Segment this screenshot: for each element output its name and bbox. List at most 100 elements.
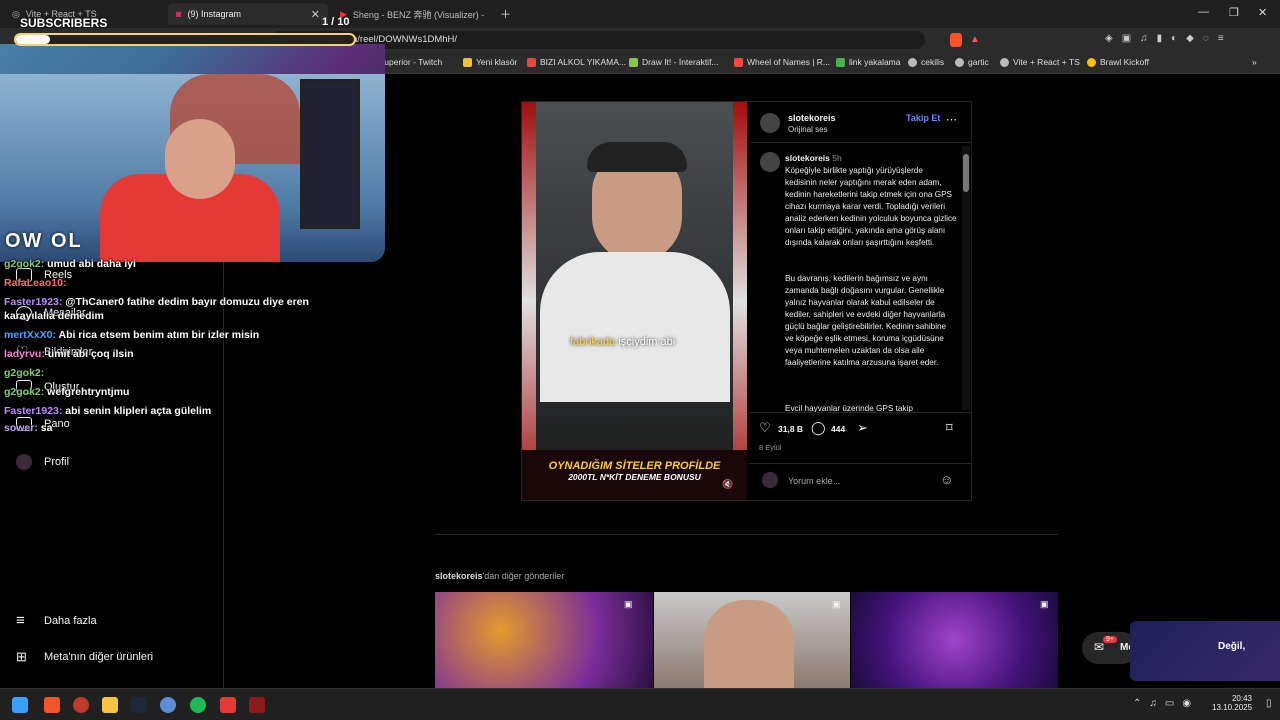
sidebar-item-more[interactable]: ≡ Daha fazla [16,612,97,629]
app-icon[interactable] [220,697,236,713]
follow-button[interactable]: Takip Et [906,113,940,123]
more-bookmarks-icon[interactable]: » [1252,57,1257,67]
close-tab-icon[interactable]: ✕ [311,8,320,21]
video-side-deco [522,102,536,500]
author-name[interactable]: slotekoreis [788,113,836,123]
chat-username: mertXxX0: [4,329,56,341]
windows-start-icon[interactable] [12,697,28,713]
post-date: 8 Eylül [759,443,782,452]
like-count: 31,8 B [778,424,804,434]
close-window-icon[interactable]: ✕ [1258,6,1267,19]
author-avatar[interactable] [760,113,780,133]
messenger-icon: ✉ [1094,640,1105,654]
new-tab-icon[interactable]: ＋ [500,6,511,22]
chat-message: Faster1923: @ThCaner0 fatihe dedim bayır… [4,296,309,308]
bookmark-item[interactable]: Vite + React + TS [1000,57,1080,67]
more-posts-title: slotekoreis'dan diğer gönderiler [435,571,565,581]
more-options-icon[interactable]: ⋯ [946,113,957,126]
avatar-icon [16,454,32,470]
subscriber-progress-fill [16,35,50,44]
emoji-icon[interactable]: ☺ [940,472,953,487]
chat-message: ladyrvu: umit abi çoq ilsin [4,348,134,360]
maximize-icon[interactable]: ❐ [1229,6,1239,19]
post-thumbnail[interactable] [435,592,653,688]
steam-icon[interactable] [131,697,147,713]
minimize-icon[interactable]: — [1198,6,1209,18]
caption-scrollbar[interactable] [962,146,970,410]
app-icon[interactable] [249,697,265,713]
comment-input[interactable]: Yorum ekle... [788,476,840,486]
folder-icon[interactable] [102,697,118,713]
bookmark-item[interactable]: Yeni klasör [463,57,517,67]
maps-icon[interactable] [73,697,89,713]
notification-icon[interactable]: ▯ [1266,698,1272,709]
chat-username: RafaLeao10: [4,277,67,289]
messages-badge: 9+ [1103,636,1117,643]
save-icon[interactable]: ⌑ [946,420,953,436]
bookmark-item[interactable]: link yakalama [836,57,901,67]
chat-username: ladyrvu: [4,348,45,360]
chat-message: RafaLeao10: [4,277,66,289]
globe-icon: ◎ [12,8,20,19]
bookmark-item[interactable]: gartic [955,57,989,67]
app-icon[interactable] [160,697,176,713]
divider [749,463,971,464]
brave-rewards-icon[interactable]: ▲ [970,34,980,45]
caption-paragraph: Köpeğiyle birlikte yaptığı yürüyüşlerde … [785,166,957,247]
sidebar-item-meta[interactable]: ⊞ Meta'nın diğer ürünleri [16,649,153,665]
spotify-icon[interactable] [190,697,206,713]
chat-message: g2gok2: wefgrehtryntjmu [4,386,129,398]
chat-text: @ThCaner0 fatihe dedim bayır domuzu diye… [62,296,309,308]
tab-youtube[interactable]: ▶Sheng - BENZ 奔驰 (Visualizer) - You [332,3,492,25]
caption-paragraph: Bu davranış, kedilerin bağımsız ve aynı … [785,274,947,367]
chat-text: sa [37,422,53,434]
bookmark-item[interactable]: Wheel of Names | R... [734,57,830,67]
menu-icon: ≡ [16,612,25,629]
post-thumbnail[interactable] [654,592,850,688]
browser-tab-bar: ◎ Vite + React + TS ◙ (9) Instagram ✕ ▶ Shen… [0,0,1280,28]
brave-shield-icon[interactable] [950,33,962,47]
caption-author[interactable]: slotekoreis 5h [785,153,842,163]
sidebar-item-profile[interactable]: Profil [16,454,69,470]
taskbar: ⌃♫▭◉ 20:43 13.10.2025 ▯ [0,688,1280,720]
chat-text: karayılalıa demedim [4,310,104,322]
chat-message: Faster1923: abi senin klipleri açta güle… [4,405,211,417]
video-subtitle: fabrikada işçiydim abi [570,336,676,348]
chat-message: g2gok2: [4,367,44,379]
bookmark-item[interactable]: superior - Twitch [380,57,442,67]
promo-banner: OYNADIĞIM SİTELER PROFİLDE 2000TL N*KİT … [522,450,747,500]
chat-username: g2gok2: [4,258,45,270]
reel-badge-icon: ▣ [832,599,841,609]
audio-label[interactable]: Orijinal ses [788,125,828,134]
bookmark-item[interactable]: cekilis [908,57,944,67]
like-icon[interactable]: ♡ [759,420,771,436]
instagram-icon: ◙ [176,9,182,19]
comment-count: 444 [831,424,846,434]
reel-video[interactable]: fabrikada işçiydim abi OYNADIĞIM SİTELER… [522,102,747,500]
chat-message: g2gok2: umud abi daha iyi [4,258,136,270]
share-icon[interactable]: ➢ [857,420,868,436]
tray-icons[interactable]: ⌃♫▭◉ [1133,698,1199,709]
tab-instagram[interactable]: ◙ (9) Instagram ✕ [168,3,328,25]
subscribers-label: SUBSCRIBERS [20,16,108,30]
reel-badge-icon: ▣ [624,599,633,609]
chat-username: g2gok2: [4,367,45,379]
grid-icon: ⊞ [16,649,27,664]
bookmark-item[interactable]: Brawl Kickoff [1087,57,1149,67]
brave-icon[interactable] [44,697,60,713]
chat-text: Abi rica etsem benim atım bir izler misi… [55,329,260,341]
chat-text: umud abi daha iyi [44,258,136,270]
bookmark-item[interactable]: BIZI ALKOL YIKAMA... [527,57,626,67]
chat-username: sower: [4,422,38,434]
post-thumbnail[interactable] [851,592,1058,688]
chat-text: abi senin klipleri açta gülelim [62,405,212,417]
bookmark-item[interactable]: Draw It! - İnteraktif... [629,57,719,67]
extension-icons[interactable]: ◈▣♫▮◐◆◌≡ [1105,33,1233,44]
comment-icon[interactable]: ◯ [811,420,826,436]
clock[interactable]: 20:43 13.10.2025 [1212,694,1252,712]
divider [749,142,971,143]
presenter-shirt [540,252,730,402]
mute-icon[interactable]: 🔇 [722,479,733,490]
reel-badge-icon: ▣ [1040,599,1049,609]
chat-text: umit abi çoq ilsin [44,348,134,360]
